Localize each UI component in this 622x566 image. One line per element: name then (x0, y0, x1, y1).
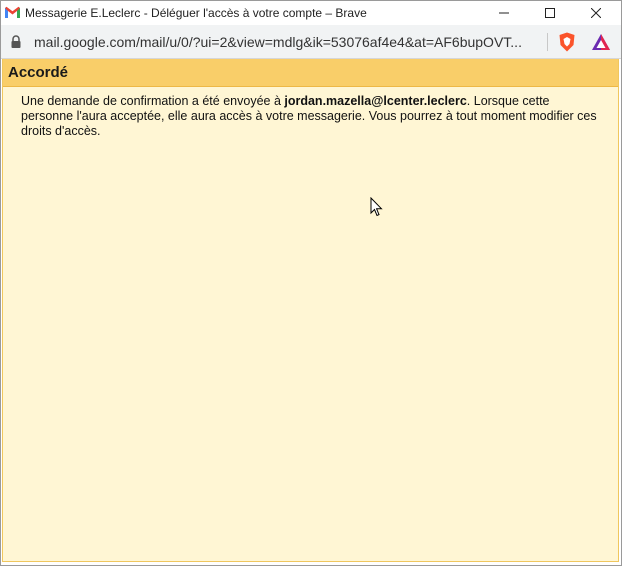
lock-icon[interactable] (11, 35, 21, 48)
brave-shield-icon[interactable] (558, 32, 576, 52)
window-title: Messagerie E.Leclerc - Déléguer l'accès … (25, 6, 367, 20)
minimize-icon (499, 12, 509, 14)
maximize-button[interactable] (527, 1, 573, 25)
delegate-email: jordan.mazella@lcenter.leclerc (284, 94, 467, 108)
confirmation-message: Une demande de confirmation a été envoyé… (21, 94, 601, 139)
banner-title: Accordé (8, 64, 69, 81)
brave-rewards-icon[interactable] (591, 33, 611, 51)
mouse-cursor-icon (370, 197, 383, 217)
address-bar[interactable]: mail.google.com/mail/u/0/?ui=2&view=mdlg… (1, 25, 621, 59)
status-banner: Accordé (3, 59, 618, 87)
dialog-content: Accordé Une demande de confirmation a ét… (2, 59, 619, 562)
url-text[interactable]: mail.google.com/mail/u/0/?ui=2&view=mdlg… (34, 34, 534, 50)
maximize-icon (545, 8, 555, 18)
gmail-icon (5, 6, 20, 18)
title-bar: Messagerie E.Leclerc - Déléguer l'accès … (1, 1, 621, 25)
close-button[interactable] (573, 1, 619, 25)
minimize-button[interactable] (481, 1, 527, 25)
close-icon (591, 8, 601, 18)
browser-window: Messagerie E.Leclerc - Déléguer l'accès … (0, 0, 622, 566)
toolbar-separator (547, 33, 548, 51)
message-text-before: Une demande de confirmation a été envoyé… (21, 94, 285, 108)
